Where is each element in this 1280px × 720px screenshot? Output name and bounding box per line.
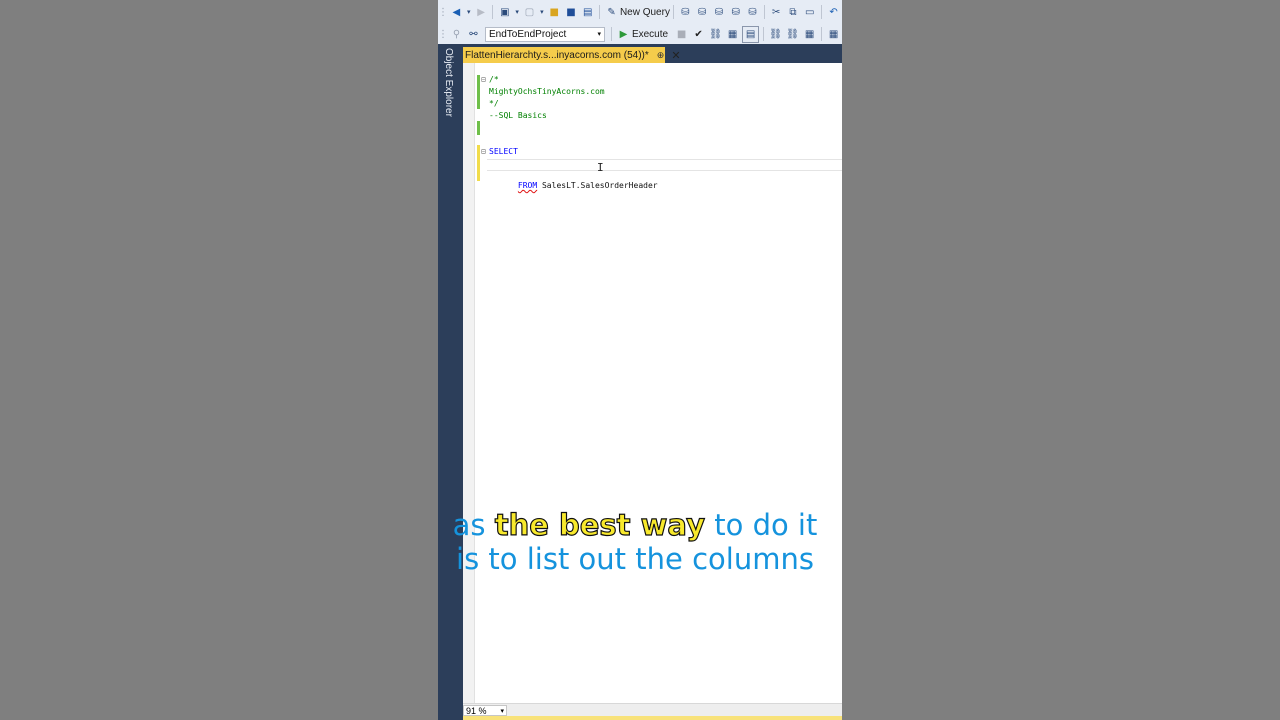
code-comment-close: */	[489, 99, 499, 108]
tab-title: FlattenHierarchty.s...inyacorns.com (54)…	[465, 49, 649, 61]
code-from-line: FROM SalesLT.SalesOrderHeader	[489, 171, 658, 201]
current-line-highlight	[487, 159, 842, 171]
editor-gutter	[463, 63, 475, 703]
object-explorer-rail	[438, 44, 463, 720]
cancel-query-icon[interactable]: ■	[674, 27, 689, 42]
open-file-icon[interactable]: ■	[547, 5, 562, 20]
copy-icon[interactable]: ⧉	[786, 5, 801, 20]
change-connection-icon[interactable]: ⚯	[466, 27, 481, 42]
new-query-icon[interactable]: ✎	[604, 5, 619, 20]
new-project-icon[interactable]: ▣	[497, 5, 512, 20]
chevron-down-icon: ▾	[597, 31, 601, 38]
code-comment-site: MightyOchsTinyAcorns.com	[489, 87, 605, 96]
analysis-dmx-query-icon[interactable]: ⛁	[712, 5, 727, 20]
undo-icon[interactable]: ↶	[826, 5, 841, 20]
code-from-keyword: FROM	[517, 181, 538, 190]
query-designer-icon[interactable]: ▦	[725, 27, 740, 42]
results-to-text-icon[interactable]: ▦	[826, 27, 841, 42]
sql-editor-toolbar: ⋮ ⚲ ⚯ EndToEndProject ▾ ▶ Execute ■ ✔ ⛓ …	[438, 24, 842, 44]
editor-status-bar: 91 % ▾	[463, 703, 842, 717]
change-indicator-unsaved	[477, 145, 480, 181]
results-to-grid-icon[interactable]: ▤	[742, 25, 760, 43]
new-query-button[interactable]: New Query	[620, 7, 670, 18]
cut-icon[interactable]: ✂	[769, 5, 784, 20]
code-table-name: SalesLT.SalesOrderHeader	[537, 181, 658, 190]
chevron-down-icon: ▾	[500, 707, 504, 715]
client-statistics-icon[interactable]: ▦	[802, 27, 817, 42]
back-icon[interactable]: ◀	[449, 5, 464, 20]
analysis-xmla-query-icon[interactable]: ⛁	[728, 5, 743, 20]
grip-icon: ⋮	[438, 6, 448, 18]
zoom-select[interactable]: 91 % ▾	[463, 705, 507, 716]
document-tab-strip: FlattenHierarchty.s...inyacorns.com (54)…	[463, 44, 842, 63]
dropdown-arrow-icon[interactable]: ▾	[466, 5, 472, 20]
dropdown-arrow-icon[interactable]: ▾	[514, 5, 520, 20]
forward-icon[interactable]: ▶	[474, 5, 489, 20]
fold-toggle[interactable]: ⊟	[481, 147, 486, 157]
pin-icon[interactable]: ⊕	[657, 50, 665, 61]
parse-icon[interactable]: ✔	[691, 27, 706, 42]
grip-icon: ⋮	[438, 28, 448, 40]
video-caption: as the best way to do it is to list out …	[448, 507, 822, 576]
save-all-icon[interactable]: ▤	[580, 5, 595, 20]
code-comment-open: /*	[489, 75, 499, 84]
query-editor[interactable]: ⊟ /* MightyOchsTinyAcorns.com */ --SQL B…	[463, 63, 842, 703]
save-icon[interactable]: ■	[564, 5, 579, 20]
caption-highlight: the best way	[494, 507, 706, 542]
change-indicator-unsaved	[477, 121, 480, 135]
execute-icon[interactable]: ▶	[616, 27, 631, 42]
database-engine-query-icon[interactable]: ⛁	[678, 5, 693, 20]
database-name: EndToEndProject	[489, 28, 567, 40]
paste-icon[interactable]: ▭	[802, 5, 817, 20]
analysis-mdx-query-icon[interactable]: ⛁	[695, 5, 710, 20]
code-select-keyword: SELECT	[489, 147, 518, 156]
code-comment-title: --SQL Basics	[489, 111, 547, 120]
standard-toolbar: ⋮ ◀ ▾ ▶ ▣ ▾ ▢ ▾ ■ ■ ▤ ✎ New Query ⛁ ⛁ ⛁ …	[438, 0, 842, 24]
change-indicator-saved	[477, 75, 480, 109]
connect-icon[interactable]: ⚲	[449, 27, 464, 42]
dropdown-arrow-icon[interactable]: ▾	[539, 5, 545, 20]
fold-toggle[interactable]: ⊟	[481, 75, 486, 85]
app-window: ⋮ ◀ ▾ ▶ ▣ ▾ ▢ ▾ ■ ■ ▤ ✎ New Query ⛁ ⛁ ⛁ …	[438, 0, 842, 720]
tab-query-document[interactable]: FlattenHierarchty.s...inyacorns.com (54)…	[463, 47, 681, 63]
display-estimated-plan-icon[interactable]: ⛓	[708, 27, 723, 42]
object-explorer-tab[interactable]: Object Explorer	[443, 48, 454, 117]
analysis-dax-query-icon[interactable]: ⛁	[745, 5, 760, 20]
caption-part-1: as	[452, 508, 495, 542]
execute-button[interactable]: Execute	[632, 29, 668, 40]
available-databases-select[interactable]: EndToEndProject ▾	[485, 26, 605, 42]
live-query-statistics-icon[interactable]: ⛓	[785, 27, 800, 42]
close-icon[interactable]: ✕	[671, 49, 680, 62]
new-item-icon[interactable]: ▢	[522, 5, 537, 20]
include-actual-plan-icon[interactable]: ⛓	[768, 27, 783, 42]
zoom-value: 91 %	[466, 705, 487, 716]
query-status-bar	[463, 716, 842, 720]
